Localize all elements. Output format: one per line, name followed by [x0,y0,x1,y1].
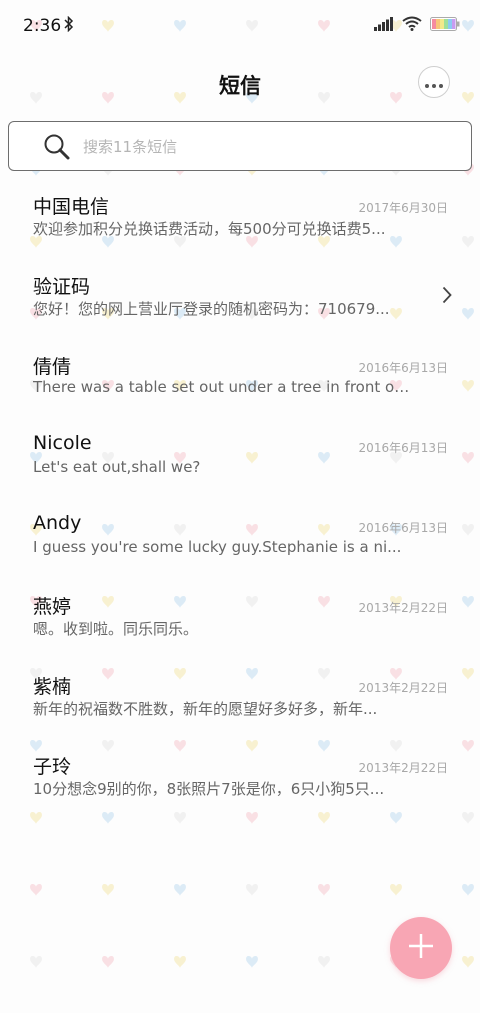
header: 短信 [0,52,480,116]
message-preview: Let's eat out,shall we? [33,458,201,476]
sender-name: 子玲 [33,756,72,778]
heart-decoration [462,955,474,968]
sender-name: Andy [33,512,82,534]
message-item-nicole[interactable]: Nicole 2016年6月13日 Let's eat out,shall we… [0,418,480,498]
message-preview: 10分想念9别的你，8张照片7张是你，6只小狗5只... [33,780,385,798]
sender-name: Nicole [33,432,92,454]
message-date: 2016年6月13日 [358,361,448,375]
heart-decoration [174,883,186,896]
search-input-placeholder[interactable]: 搜索11条短信 [83,136,177,157]
message-list: 中国电信 2017年6月30日 欢迎参加积分兑换话费活动，每500分可兑换话费5… [0,178,480,818]
heart-decoration [30,955,42,968]
sender-name: 中国电信 [33,196,110,218]
sender-name: 验证码 [33,276,91,298]
status-bar: 2:36 [0,0,480,52]
message-item-yanting[interactable]: 燕婷 2013年2月22日 嗯。收到啦。同乐同乐。 [0,578,480,658]
sender-name: 紫楠 [33,676,72,698]
message-date: 2016年6月13日 [358,441,448,455]
message-preview: 新年的祝福数不胜数，新年的愿望好多好多，新年... [33,700,378,718]
chevron-right-icon[interactable] [442,286,452,308]
message-preview: 嗯。收到啦。同乐同乐。 [33,620,199,638]
message-item-china-telecom[interactable]: 中国电信 2017年6月30日 欢迎参加积分兑换话费活动，每500分可兑换话费5… [0,178,480,258]
message-date: 2013年2月22日 [358,601,448,615]
message-item-andy[interactable]: Andy 2016年6月13日 I guess you're some luck… [0,498,480,578]
new-message-button[interactable] [390,917,452,979]
message-preview: 您好！您的网上营业厅登录的随机密码为：710679... [33,300,390,318]
sender-name: 燕婷 [33,596,72,618]
heart-decoration [390,883,402,896]
message-item-qianqian[interactable]: 倩倩 2016年6月13日 There was a table set out … [0,338,480,418]
search-icon [43,133,71,165]
heart-decoration [246,955,258,968]
message-date: 2013年2月22日 [358,681,448,695]
message-item-ziling[interactable]: 子玲 2013年2月22日 10分想念9别的你，8张照片7张是你，6只小狗5只.… [0,738,480,818]
message-date: 2013年2月22日 [358,761,448,775]
message-preview: I guess you're some lucky guy.Stephanie … [33,538,402,556]
bluetooth-icon [64,15,74,36]
search-bar[interactable]: 搜索11条短信 [8,121,472,171]
more-icon [425,73,443,92]
message-preview: 欢迎参加积分兑换话费活动，每500分可兑换话费5... [33,220,386,238]
battery-icon [430,16,460,35]
page-title: 短信 [219,74,261,98]
heart-decoration [318,955,330,968]
message-date: 2016年6月13日 [358,521,448,535]
heart-decoration [30,883,42,896]
message-item-zinan[interactable]: 紫楠 2013年2月22日 新年的祝福数不胜数，新年的愿望好多好多，新年... [0,658,480,738]
signal-icon [374,16,394,35]
heart-decoration [318,883,330,896]
plus-icon [408,933,434,963]
heart-decoration [174,955,186,968]
heart-decoration [462,883,474,896]
heart-decoration [102,883,114,896]
wifi-icon [402,16,422,35]
heart-decoration [102,955,114,968]
sender-name: 倩倩 [33,356,72,378]
heart-decoration [246,883,258,896]
status-time: 2:36 [23,16,62,36]
message-item-verification-code[interactable]: 验证码 您好！您的网上营业厅登录的随机密码为：710679... [0,258,480,338]
more-options-button[interactable] [418,66,450,98]
message-date: 2017年6月30日 [358,201,448,215]
message-preview: There was a table set out under a tree i… [33,378,413,396]
